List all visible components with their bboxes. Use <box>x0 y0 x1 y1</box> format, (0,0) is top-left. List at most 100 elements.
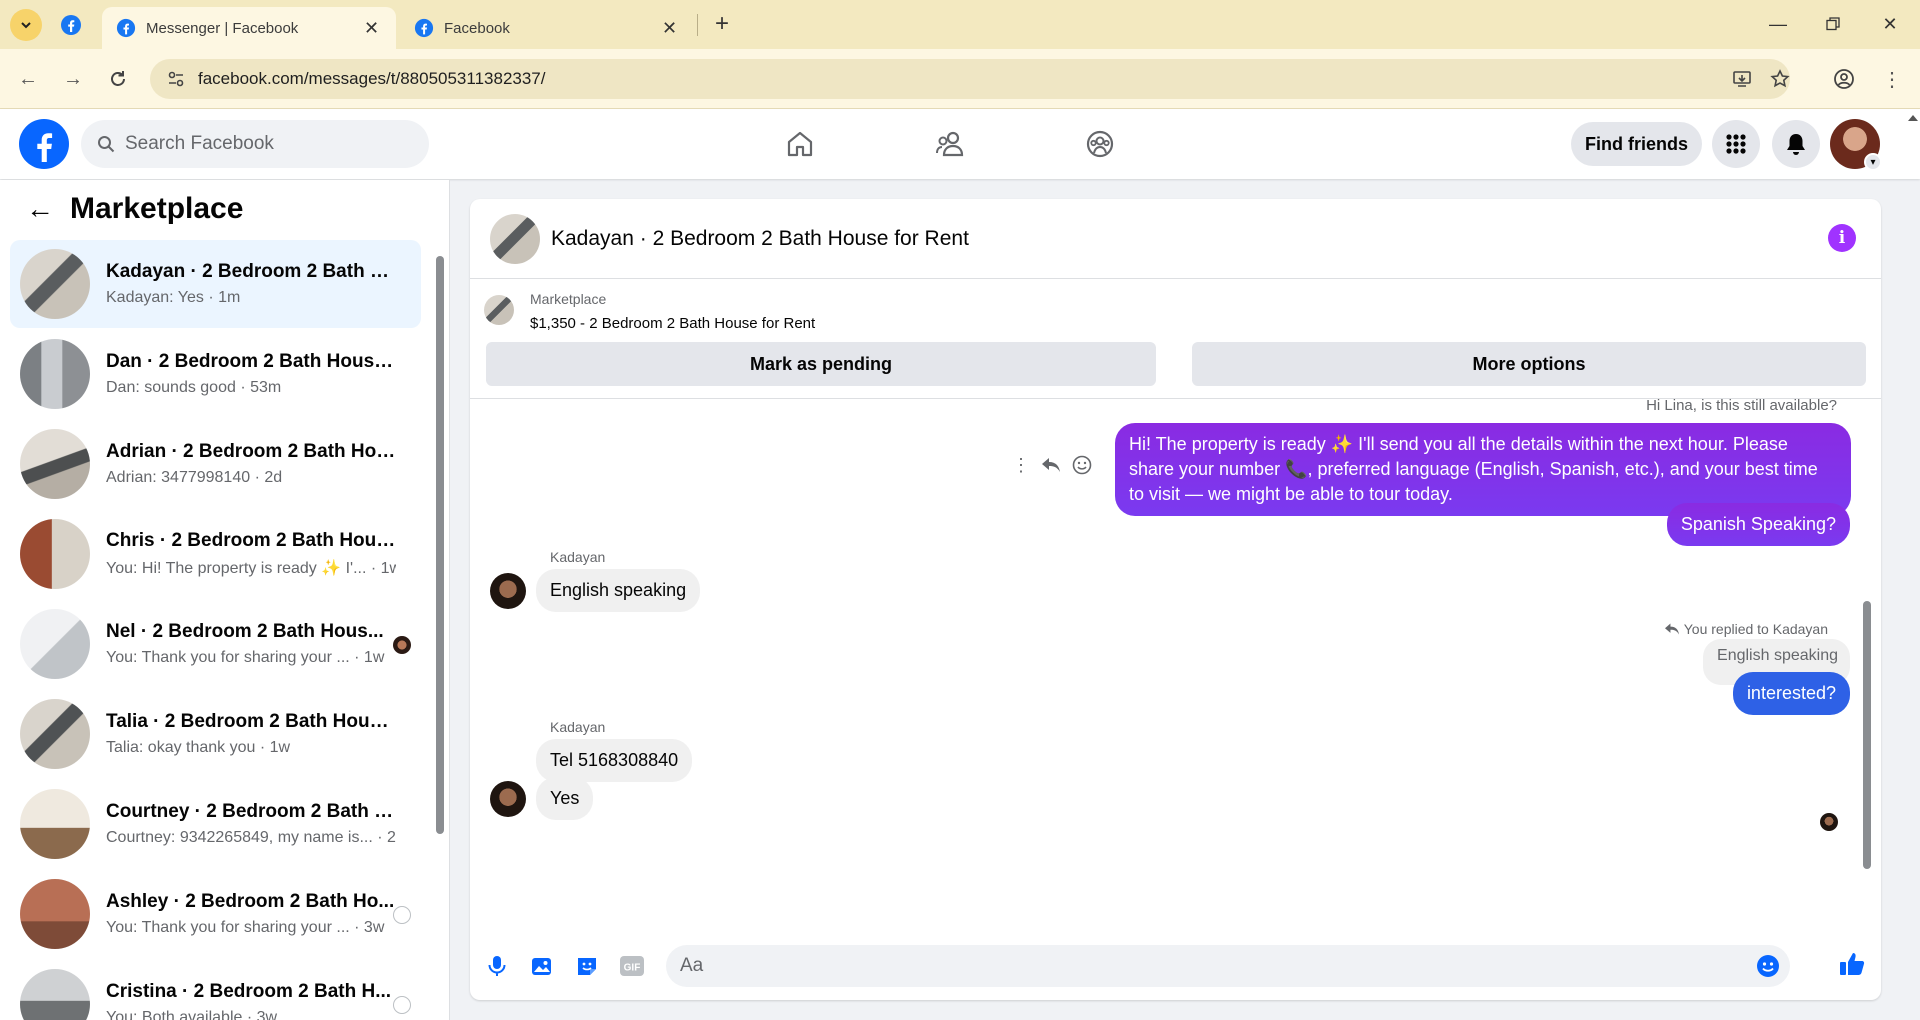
tab-title: Messenger | Facebook <box>146 19 299 37</box>
conversation-item[interactable]: Ashley · 2 Bedroom 2 Bath Ho... You: Than… <box>10 870 421 958</box>
menu-button[interactable] <box>1712 120 1760 168</box>
info-icon[interactable]: i <box>1828 224 1856 252</box>
message-input[interactable] <box>680 955 1720 977</box>
pinned-facebook-tab[interactable] <box>58 12 84 38</box>
new-tab-button[interactable]: + <box>708 10 736 38</box>
conversation-snippet: You: Both available · 3w <box>106 1009 278 1020</box>
conversation-snippet: Courtney: 9342265849, my name is... · 2w <box>106 829 396 846</box>
conversation-thumbnail <box>20 429 90 499</box>
photo-icon[interactable] <box>528 952 556 980</box>
more-options-button[interactable]: More options <box>1192 342 1866 386</box>
outgoing-message[interactable]: Spanish Speaking? <box>1666 503 1850 546</box>
conversation-name: Adrian · 2 Bedroom 2 Bath Hous... <box>106 441 396 462</box>
conversation-snippet: Kadayan: Yes · 1m <box>106 289 241 306</box>
url-text: facebook.com/messages/t/880505311382337/ <box>198 69 546 88</box>
sidebar-title: Marketplace <box>70 192 244 225</box>
conversation-item[interactable]: Talia · 2 Bedroom 2 Bath House ... Talia:… <box>10 690 421 778</box>
sender-avatar[interactable] <box>490 781 526 817</box>
close-window-button[interactable]: ✕ <box>1872 10 1908 38</box>
conversation-item[interactable]: Courtney · 2 Bedroom 2 Bath H... Courtney… <box>10 780 421 868</box>
conversation-snippet: You: Thank you for sharing your ... · 3w <box>106 919 385 936</box>
install-app-icon[interactable] <box>1732 69 1752 89</box>
tab-facebook[interactable]: Facebook ✕ <box>400 7 694 49</box>
search-input[interactable] <box>125 133 405 155</box>
site-info-icon[interactable] <box>156 59 196 99</box>
menu-grid-icon <box>1726 134 1746 154</box>
reload-icon <box>111 71 125 86</box>
unread-indicator <box>393 996 411 1014</box>
scroll-up-arrow-icon[interactable] <box>1906 113 1920 123</box>
message-input-box[interactable] <box>666 945 1790 987</box>
find-friends-button[interactable]: Find friends <box>1571 122 1702 166</box>
back-arrow-icon[interactable]: ← <box>20 189 60 229</box>
conversation-item[interactable]: Dan · 2 Bedroom 2 Bath House f... Dan: so… <box>10 330 421 418</box>
tab-search-button[interactable] <box>10 9 42 41</box>
conversation-name: Chris · 2 Bedroom 2 Bath House ... <box>106 530 396 551</box>
browser-menu-button[interactable]: ⋮ <box>1876 63 1908 95</box>
incoming-message[interactable]: Tel 5168308840 <box>536 739 693 782</box>
friends-icon <box>936 131 964 157</box>
conversation-name: Kadayan · 2 Bedroom 2 Bath Ho... <box>106 261 396 282</box>
sender-avatar[interactable] <box>490 573 526 609</box>
emoji-icon[interactable] <box>1756 954 1780 978</box>
facebook-search-box[interactable] <box>81 120 429 168</box>
mark-as-pending-button[interactable]: Mark as pending <box>486 342 1156 386</box>
conversation-item[interactable]: Nel · 2 Bedroom 2 Bath Hous... You: Thank… <box>10 600 421 688</box>
sidebar-header: ← Marketplace <box>0 180 440 238</box>
address-bar[interactable]: facebook.com/messages/t/880505311382337/ <box>150 59 1790 99</box>
more-actions-icon[interactable]: ⋮ <box>1012 455 1030 476</box>
listing-thumbnail[interactable] <box>490 213 540 264</box>
sidebar-scrollbar[interactable] <box>434 242 446 1012</box>
conversation-item[interactable]: Cristina · 2 Bedroom 2 Bath H... You: Bot… <box>10 960 421 1020</box>
home-icon <box>787 131 813 157</box>
facebook-favicon-icon <box>61 15 81 35</box>
back-button[interactable]: ← <box>12 63 44 95</box>
reply-icon[interactable] <box>1041 456 1061 474</box>
sticker-icon[interactable] <box>573 952 601 980</box>
bookmark-star-icon[interactable] <box>1770 69 1790 89</box>
conversation-item[interactable]: Chris · 2 Bedroom 2 Bath House ... You: H… <box>10 510 421 598</box>
marketplace-sidebar: ← Marketplace Kadayan · 2 Bedroom 2 Bath… <box>0 180 450 1020</box>
minimize-button[interactable]: — <box>1760 10 1796 38</box>
restore-button[interactable] <box>1815 10 1851 38</box>
listing-mini-thumbnail <box>484 295 514 325</box>
scrollbar-thumb[interactable] <box>1863 601 1871 869</box>
reload-button[interactable] <box>102 63 134 95</box>
like-thumbs-up-icon[interactable] <box>1838 950 1866 978</box>
nav-groups[interactable] <box>1045 117 1155 171</box>
unread-indicator <box>393 906 411 924</box>
outgoing-message[interactable]: interested? <box>1732 672 1850 715</box>
account-avatar[interactable]: ▾ <box>1830 119 1882 171</box>
scrollbar-thumb[interactable] <box>436 256 444 834</box>
tab-messenger[interactable]: Messenger | Facebook ✕ <box>102 7 396 49</box>
chat-title[interactable]: Kadayan · 2 Bedroom 2 Bath House for Ren… <box>551 227 969 251</box>
marketplace-label: Marketplace <box>530 291 607 307</box>
incoming-message[interactable]: Yes <box>536 777 594 820</box>
conversation-name: Dan · 2 Bedroom 2 Bath House f... <box>106 351 396 372</box>
conversation-item[interactable]: Kadayan · 2 Bedroom 2 Bath Ho... Kadayan:… <box>10 240 421 328</box>
reply-icon <box>1664 623 1679 635</box>
notifications-button[interactable] <box>1772 120 1820 168</box>
facebook-favicon-icon <box>414 18 434 38</box>
microphone-icon[interactable] <box>483 952 511 980</box>
conversation-thumbnail <box>20 609 90 679</box>
incoming-message[interactable]: English speaking <box>536 569 701 612</box>
page-scrollbar[interactable] <box>1906 110 1920 1020</box>
react-emoji-icon[interactable] <box>1072 455 1092 475</box>
marketplace-listing[interactable]: Marketplace $1,350 - 2 Bedroom 2 Bath Ho… <box>484 291 815 332</box>
facebook-logo-icon[interactable] <box>18 118 70 170</box>
bell-icon <box>1787 134 1805 155</box>
chevron-down-icon <box>21 22 31 29</box>
sender-name: Kadayan <box>550 719 606 735</box>
close-tab-icon[interactable]: ✕ <box>364 18 379 39</box>
close-tab-icon[interactable]: ✕ <box>662 18 677 39</box>
conversation-thumbnail <box>20 789 90 859</box>
reply-note-text: You replied to Kadayan <box>1683 621 1828 637</box>
messages-scrollbar[interactable] <box>1860 405 1874 923</box>
nav-home[interactable] <box>745 117 855 171</box>
nav-friends[interactable] <box>896 117 1006 171</box>
gif-icon[interactable]: GIF <box>618 952 646 980</box>
conversation-item[interactable]: Adrian · 2 Bedroom 2 Bath Hous... Adrian:… <box>10 420 421 508</box>
forward-button[interactable]: → <box>57 63 89 95</box>
profile-button[interactable] <box>1828 63 1860 95</box>
